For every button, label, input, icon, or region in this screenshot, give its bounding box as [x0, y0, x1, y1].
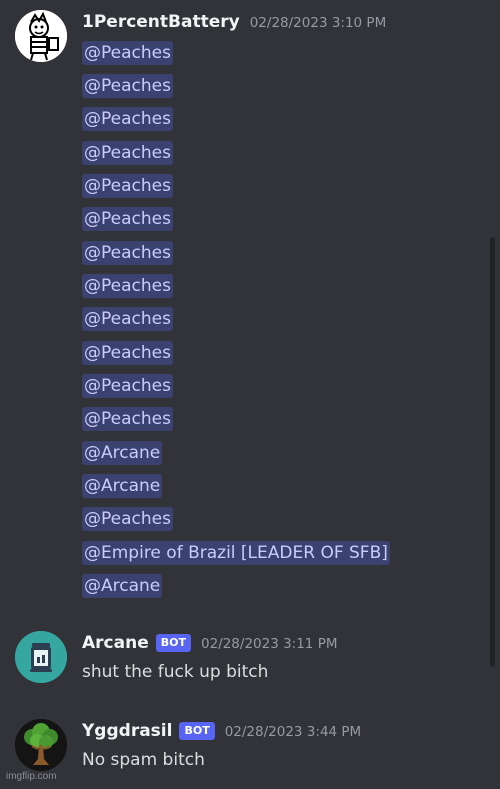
bot-tag-label: BOT: [160, 636, 186, 649]
mention[interactable]: @Peaches: [82, 374, 173, 398]
timestamp: 02/28/2023 3:11 PM: [200, 636, 338, 652]
bot-tag: BOT: [179, 722, 215, 740]
message-content: No spam bitch: [82, 750, 205, 770]
mention[interactable]: @Peaches: [82, 407, 173, 431]
bot-tag: BOT: [155, 634, 191, 652]
mention[interactable]: @Peaches: [82, 107, 173, 131]
message-content: shut the fuck up bitch: [82, 662, 269, 682]
username[interactable]: Yggdrasil: [82, 721, 172, 741]
mention[interactable]: @Peaches: [82, 241, 173, 265]
mention[interactable]: @Arcane: [82, 474, 163, 498]
user-avatar-icon: [15, 10, 67, 62]
mention[interactable]: @Peaches: [82, 41, 173, 65]
timestamp: 02/28/2023 3:44 PM: [224, 724, 362, 740]
avatar[interactable]: [15, 631, 67, 683]
username[interactable]: Arcane: [82, 633, 149, 653]
avatar[interactable]: [15, 719, 67, 771]
tree-avatar-icon: [15, 719, 67, 771]
mention[interactable]: @Peaches: [82, 207, 173, 231]
watermark: imgflip.com: [6, 771, 57, 782]
mention[interactable]: @Arcane: [82, 574, 163, 598]
mention[interactable]: @Peaches: [82, 74, 173, 98]
mention[interactable]: @Peaches: [82, 507, 173, 531]
message-header: 1PercentBattery 02/28/2023 3:10 PM: [82, 12, 386, 32]
mention[interactable]: @Peaches: [82, 307, 173, 331]
mention[interactable]: @Empire of Brazil [LEADER OF SFB]: [82, 541, 390, 565]
message-header: Arcane BOT 02/28/2023 3:11 PM: [82, 633, 337, 654]
mention[interactable]: @Peaches: [82, 341, 173, 365]
bot-tag-label: BOT: [184, 724, 210, 737]
scrollbar[interactable]: [490, 237, 495, 667]
mention[interactable]: @Peaches: [82, 141, 173, 165]
mention[interactable]: @Arcane: [82, 441, 163, 465]
bot-avatar-icon: [15, 631, 67, 683]
mention[interactable]: @Peaches: [82, 174, 173, 198]
avatar[interactable]: [15, 10, 67, 62]
timestamp: 02/28/2023 3:10 PM: [249, 15, 387, 31]
message-header: Yggdrasil BOT 02/28/2023 3:44 PM: [82, 721, 361, 742]
username[interactable]: 1PercentBattery: [82, 12, 240, 32]
mention[interactable]: @Peaches: [82, 274, 173, 298]
